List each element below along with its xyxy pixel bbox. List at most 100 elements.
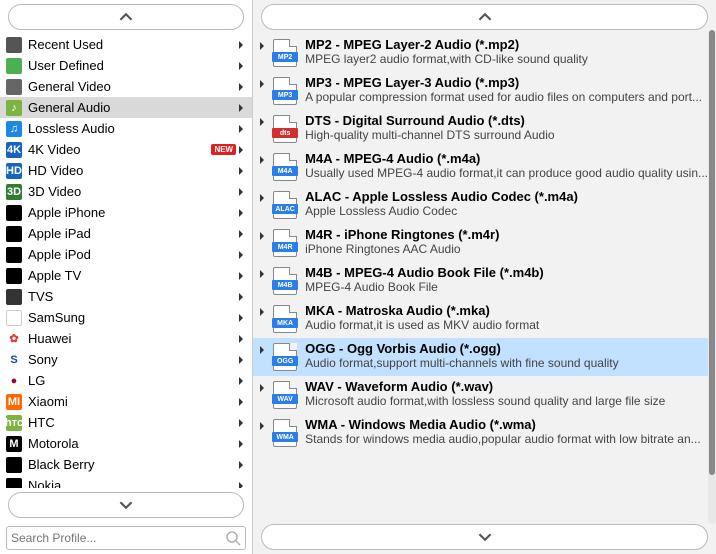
format-title: ALAC - Apple Lossless Audio Codec (*.m4a… [305,189,708,204]
category-scroll-down[interactable] [8,492,244,518]
category-item-apple-ipad[interactable]: Apple iPad [0,223,252,244]
category-label: Lossless Audio [28,121,236,136]
format-item-m4a[interactable]: M4AM4A - MPEG-4 Audio (*.m4a)Usually use… [253,148,716,186]
category-label: TVS [28,289,236,304]
category-label: Huawei [28,331,236,346]
category-label: User Defined [28,58,236,73]
category-label: Black Berry [28,457,236,472]
category-item-htc[interactable]: hтcHTC [0,412,252,433]
category-label: General Video [28,79,236,94]
category-item-recent-used[interactable]: Recent Used [0,34,252,55]
category-label: LG [28,373,236,388]
format-item-alac[interactable]: ALAC ALAC - Apple Lossless Audio Codec (*… [253,186,716,224]
category-icon: 4K [6,142,22,158]
category-item-general-audio[interactable]: ♪General Audio [0,97,252,118]
format-title: DTS - Digital Surround Audio (*.dts) [305,113,708,128]
format-item-wma[interactable]: WMAWMA - Windows Media Audio (*.wma)Stan… [253,414,716,452]
chevron-right-icon [236,250,246,260]
category-item-motorola[interactable]: M Motorola [0,433,252,454]
format-file-icon: MKA [271,303,299,335]
category-icon [6,289,22,305]
scrollbar-thumb[interactable] [709,30,715,475]
format-scroll-up[interactable] [261,4,708,30]
category-item-lossless-audio[interactable]: ♫Lossless Audio [0,118,252,139]
format-description: High-quality multi-channel DTS surround … [305,128,708,142]
category-icon: M [6,436,22,452]
category-item-samsung[interactable]: SamSung [0,307,252,328]
category-panel: Recent Used User Defined General Video ♪Gen… [0,0,253,554]
format-title: MKA - Matroska Audio (*.mka) [305,303,708,318]
category-item-huawei[interactable]: ✿ Huawei [0,328,252,349]
format-description: Stands for windows media audio,popular a… [305,432,708,446]
category-item-general-video[interactable]: General Video [0,76,252,97]
format-item-m4b[interactable]: M4BM4B - MPEG-4 Audio Book File (*.m4b)M… [253,262,716,300]
category-item-hd-video[interactable]: HDHD Video [0,160,252,181]
format-file-icon: WAV [271,379,299,411]
chevron-right-icon [257,155,267,165]
format-title: M4R - iPhone Ringtones (*.m4r) [305,227,708,242]
format-scroll-down[interactable] [261,524,708,550]
category-item-black-berry[interactable]: Black Berry [0,454,252,475]
format-title: M4A - MPEG-4 Audio (*.m4a) [305,151,708,166]
format-file-icon: ALAC [271,189,299,221]
format-item-ogg[interactable]: OGGOGG - Ogg Vorbis Audio (*.ogg)Audio f… [253,338,716,376]
category-label: 4K Video [28,142,207,157]
format-file-icon: MP3 [271,75,299,107]
format-item-mka[interactable]: MKAMKA - Matroska Audio (*.mka)Audio for… [253,300,716,338]
format-item-mp3[interactable]: MP3MP3 - MPEG Layer-3 Audio (*.mp3)A pop… [253,72,716,110]
format-file-icon: M4A [271,151,299,183]
new-badge: NEW [211,144,236,155]
chevron-right-icon [257,345,267,355]
category-icon [6,457,22,473]
chevron-right-icon [236,40,246,50]
format-file-icon: OGG [271,341,299,373]
chevron-right-icon [236,271,246,281]
category-label: 3D Video [28,184,236,199]
category-item-apple-ipod[interactable]: Apple iPod [0,244,252,265]
chevron-right-icon [236,187,246,197]
category-item-4k-video[interactable]: 4K 4K Video NEW [0,139,252,160]
chevron-right-icon [236,82,246,92]
format-description: Apple Lossless Audio Codec [305,204,708,218]
category-item-apple-iphone[interactable]: Apple iPhone [0,202,252,223]
category-item-user-defined[interactable]: User Defined [0,55,252,76]
format-item-mp2[interactable]: MP2MP2 - MPEG Layer-2 Audio (*.mp2)MPEG … [253,34,716,72]
category-item-sony[interactable]: SSony [0,349,252,370]
format-title: OGG - Ogg Vorbis Audio (*.ogg) [305,341,708,356]
chevron-down-icon [478,530,492,544]
vertical-scrollbar[interactable] [708,30,716,524]
category-label: Apple iPhone [28,205,236,220]
category-item-xiaomi[interactable]: MIXiaomi [0,391,252,412]
category-item-lg[interactable]: ● LG [0,370,252,391]
chevron-right-icon [236,166,246,176]
format-panel: MP2MP2 - MPEG Layer-2 Audio (*.mp2)MPEG … [253,0,716,554]
search-box[interactable] [6,526,246,550]
category-scroll-up[interactable] [8,4,244,30]
category-item-nokia[interactable]: Nokia [0,475,252,488]
category-item-tvs[interactable]: TVS [0,286,252,307]
category-icon: ✿ [6,331,22,347]
format-title: MP2 - MPEG Layer-2 Audio (*.mp2) [305,37,708,52]
format-item-m4r[interactable]: M4RM4R - iPhone Ringtones (*.m4r)iPhone … [253,224,716,262]
category-icon: ● [6,373,22,389]
format-title: WAV - Waveform Audio (*.wav) [305,379,708,394]
category-label: Motorola [28,436,236,451]
format-file-icon: M4B [271,265,299,297]
category-item-3d-video[interactable]: 3D 3D Video [0,181,252,202]
category-item-apple-tv[interactable]: Apple TV [0,265,252,286]
category-icon: hтc [6,415,22,431]
category-label: Nokia [28,478,236,488]
search-input[interactable] [11,531,225,545]
category-label: General Audio [28,100,236,115]
chevron-right-icon [236,481,246,489]
chevron-up-icon [119,10,133,24]
category-icon: S [6,352,22,368]
category-icon: MI [6,394,22,410]
chevron-down-icon [119,498,133,512]
format-item-wav[interactable]: WAVWAV - Waveform Audio (*.wav)Microsoft… [253,376,716,414]
format-item-dts[interactable]: dtsDTS - Digital Surround Audio (*.dts)H… [253,110,716,148]
format-file-icon: WMA [271,417,299,449]
category-icon: 3D [6,184,22,200]
category-icon [6,58,22,74]
chevron-right-icon [236,460,246,470]
